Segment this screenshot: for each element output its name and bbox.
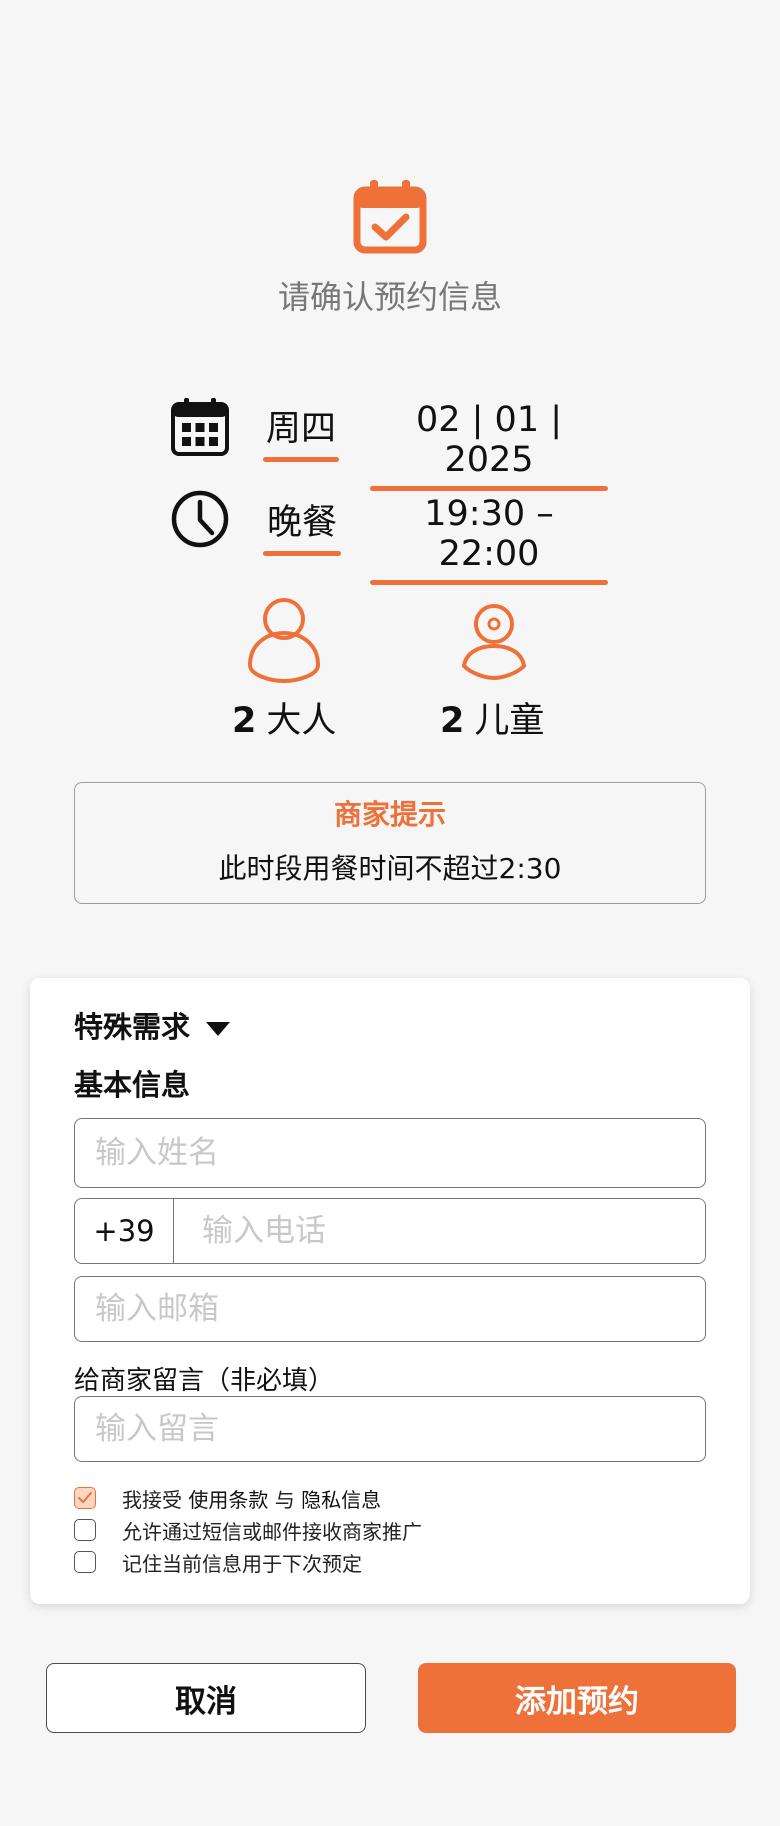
merchant-tip: 商家提示 此时段用餐时间不超过2:30 [74,782,706,904]
message-label: 给商家留言（非必填） [74,1366,335,1396]
message-input[interactable] [74,1396,706,1462]
time-selector[interactable]: 19:30 – 22:00 [370,494,608,585]
promo-consent-row: 允许通过短信或邮件接收商家推广 [74,1517,422,1544]
adults-label: 大人 [266,701,337,741]
terms-prefix: 我接受 [122,1487,182,1512]
calendar-check-icon [353,180,427,254]
cancel-button[interactable]: 取消 [46,1663,366,1733]
date-underline [370,486,608,491]
privacy-link[interactable]: 隐私信息 [301,1488,381,1512]
terms-checkbox[interactable] [74,1487,96,1509]
terms-and: 与 [274,1487,295,1512]
add-booking-button[interactable]: 添加预约 [418,1663,736,1733]
phone-input[interactable] [174,1199,705,1263]
adult-icon [247,598,321,683]
remember-row: 记住当前信息用于下次预定 [74,1549,362,1576]
terms-consent-row: 我接受 使用条款 与 隐私信息 [74,1484,381,1513]
checkmark-icon [78,1492,92,1503]
child-icon [461,604,527,681]
phone-field: +39 [74,1198,706,1264]
terms-text: 我接受 使用条款 与 隐私信息 [122,1484,381,1513]
promo-checkbox[interactable] [74,1519,96,1541]
country-code-selector[interactable]: +39 [75,1199,174,1263]
special-requests-toggle[interactable]: 特殊需求 [74,1004,231,1046]
weekday-selector[interactable]: 周四 [263,400,339,462]
date-value: 02 | 01 | 2025 [415,400,563,480]
weekday-underline [263,457,339,462]
meal-underline [263,551,341,556]
tip-text: 此时段用餐时间不超过2:30 [218,852,562,885]
adults-count: 2 大人 [232,692,336,743]
terms-link[interactable]: 使用条款 [188,1488,268,1512]
weekday-value: 周四 [265,409,336,449]
meal-value: 晚餐 [266,503,337,543]
children-label: 儿童 [474,701,545,741]
remember-checkbox[interactable] [74,1551,96,1573]
date-selector[interactable]: 02 | 01 | 2025 [370,400,608,491]
adults-number: 2 [232,701,257,741]
name-input[interactable] [74,1118,706,1188]
tip-title: 商家提示 [333,798,446,831]
meal-selector[interactable]: 晚餐 [263,494,341,556]
email-input[interactable] [74,1276,706,1342]
basic-info-title: 基本信息 [74,1068,191,1102]
children-number: 2 [440,701,465,741]
page-title: 请确认预约信息 [277,278,502,316]
clock-icon [171,490,229,548]
children-count: 2 儿童 [440,692,544,743]
remember-text: 记住当前信息用于下次预定 [122,1551,362,1576]
time-underline [370,580,608,585]
promo-text: 允许通过短信或邮件接收商家推广 [122,1519,422,1544]
special-requests-label: 特殊需求 [74,1010,191,1044]
triangle-down-icon [206,1022,231,1036]
time-value: 19:30 – 22:00 [424,494,554,574]
calendar-icon [171,398,229,456]
